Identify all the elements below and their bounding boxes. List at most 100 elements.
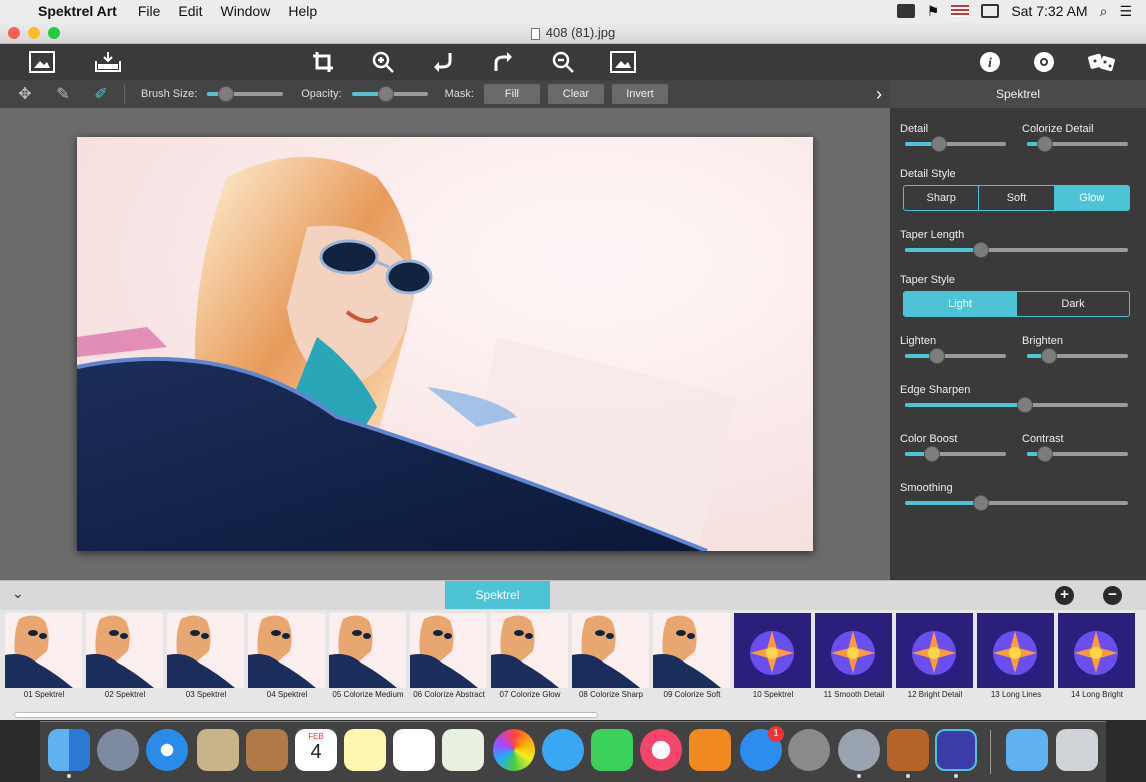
eraser-tool-icon[interactable]: ✐ xyxy=(82,84,120,104)
toolbar-divider xyxy=(124,84,125,104)
crop-icon[interactable] xyxy=(308,48,338,76)
reminders-icon[interactable] xyxy=(393,729,435,771)
display-icon[interactable] xyxy=(981,4,1000,18)
maps-icon[interactable] xyxy=(442,729,484,771)
lighten-slider[interactable] xyxy=(905,348,1006,364)
preset-thumbnail[interactable] xyxy=(248,613,325,688)
preset-label: 11 Smooth Detail xyxy=(823,690,885,699)
detail-style-glow[interactable]: Glow xyxy=(1054,186,1129,210)
preset-thumbnail[interactable] xyxy=(653,613,730,688)
edge-sharpen-slider[interactable] xyxy=(905,397,1128,413)
airplay-icon[interactable] xyxy=(896,4,915,18)
flag-us-icon[interactable] xyxy=(951,5,970,17)
info-icon[interactable]: i xyxy=(975,48,1005,76)
detail-style-soft[interactable]: Soft xyxy=(979,186,1055,210)
fit-to-window-icon[interactable] xyxy=(608,48,638,76)
spotlight-search-icon[interactable]: ⌕ xyxy=(1100,3,1108,20)
preset-thumbnail[interactable] xyxy=(5,613,82,688)
trash-icon[interactable] xyxy=(1056,729,1098,771)
brush-tool-icon[interactable]: ✎ xyxy=(44,84,82,104)
brush-size-slider[interactable] xyxy=(207,86,284,102)
taper-style-dark[interactable]: Dark xyxy=(1017,292,1129,316)
taper-length-slider[interactable] xyxy=(905,242,1128,258)
colorize-detail-label: Colorize Detail xyxy=(1022,123,1094,135)
contacts-icon[interactable] xyxy=(246,729,288,771)
save-image-icon[interactable] xyxy=(93,48,123,76)
notification-center-icon[interactable]: ☰ xyxy=(1119,3,1132,20)
preset-thumbnail[interactable] xyxy=(410,613,487,688)
clock[interactable]: Sat 7:32 AM xyxy=(1011,3,1087,19)
launchpad-icon[interactable] xyxy=(97,729,139,771)
preset-thumbnail[interactable] xyxy=(896,613,973,688)
photos-icon[interactable] xyxy=(493,729,535,771)
mask-fill-button[interactable]: Fill xyxy=(483,84,540,104)
preset-thumbnail[interactable] xyxy=(329,613,406,688)
collapse-presets-chevron-icon[interactable]: ⌄ xyxy=(12,585,24,602)
redo-icon[interactable] xyxy=(488,48,518,76)
open-image-icon[interactable] xyxy=(27,48,57,76)
preset-thumbnail[interactable] xyxy=(491,613,568,688)
menu-help[interactable]: Help xyxy=(279,3,326,19)
preset-label: 09 Colorize Soft xyxy=(663,690,721,699)
artwork-preview[interactable] xyxy=(77,137,813,551)
preset-thumbnail[interactable] xyxy=(167,613,244,688)
preset-label: 01 Spektrel xyxy=(23,690,65,699)
downloads-folder-icon[interactable] xyxy=(1006,729,1048,771)
safari-icon[interactable] xyxy=(146,729,188,771)
ibooks-icon[interactable] xyxy=(689,729,731,771)
zoom-out-icon[interactable] xyxy=(548,48,578,76)
brush-toolbar: ✥ ✎ ✐ Brush Size: Opacity: Mask: Fill Cl… xyxy=(0,80,890,108)
activity-monitor-icon[interactable] xyxy=(838,729,880,771)
spektrel-art-app-icon[interactable] xyxy=(935,729,977,771)
horizontal-scrollbar[interactable] xyxy=(14,712,598,718)
opacity-slider[interactable] xyxy=(351,86,428,102)
app-menu[interactable]: Spektrel Art xyxy=(30,3,129,19)
contrast-slider[interactable] xyxy=(1027,446,1128,462)
zoom-window-icon[interactable] xyxy=(48,27,60,39)
collapse-panel-chevron-icon[interactable]: › xyxy=(876,84,882,105)
preset-thumbnail[interactable] xyxy=(734,613,811,688)
tab-spektrel[interactable]: Spektrel xyxy=(445,581,550,609)
menu-bar: Spektrel Art File Edit Window Help ⚑ Sat… xyxy=(0,0,1146,22)
brighten-slider[interactable] xyxy=(1027,348,1128,364)
smoothing-slider[interactable] xyxy=(905,495,1128,511)
preset-thumbnail[interactable] xyxy=(572,613,649,688)
archive-utility-icon[interactable] xyxy=(887,729,929,771)
minimize-window-icon[interactable] xyxy=(28,27,40,39)
mail-icon[interactable] xyxy=(197,729,239,771)
finder-icon[interactable] xyxy=(48,729,90,771)
preset-label: 08 Colorize Sharp xyxy=(578,690,644,699)
mask-clear-button[interactable]: Clear xyxy=(547,84,604,104)
randomize-dice-icon[interactable] xyxy=(1087,48,1117,76)
mask-invert-button[interactable]: Invert xyxy=(611,84,668,104)
itunes-icon[interactable] xyxy=(640,729,682,771)
remove-preset-icon[interactable]: − xyxy=(1103,586,1122,605)
detail-style-sharp[interactable]: Sharp xyxy=(904,186,980,210)
messages-icon[interactable] xyxy=(542,729,584,771)
taper-style-light[interactable]: Light xyxy=(904,292,1017,316)
preset-thumbnail[interactable] xyxy=(1058,613,1135,688)
move-tool-icon[interactable]: ✥ xyxy=(6,84,44,104)
zoom-in-icon[interactable] xyxy=(368,48,398,76)
menu-window[interactable]: Window xyxy=(212,3,280,19)
detail-slider[interactable] xyxy=(905,136,1006,152)
settings-icon[interactable] xyxy=(1029,48,1059,76)
color-boost-slider[interactable] xyxy=(905,446,1006,462)
menu-file[interactable]: File xyxy=(129,3,170,19)
colorize-detail-slider[interactable] xyxy=(1027,136,1128,152)
preset-label: 14 Long Bright xyxy=(1070,690,1124,699)
preset-thumbnail[interactable] xyxy=(977,613,1054,688)
system-preferences-icon[interactable] xyxy=(788,729,830,771)
notes-icon[interactable] xyxy=(344,729,386,771)
undo-icon[interactable] xyxy=(428,48,458,76)
calendar-icon[interactable]: FEB 4 xyxy=(295,729,337,771)
preset-thumbnail[interactable] xyxy=(86,613,163,688)
add-preset-icon[interactable]: + xyxy=(1055,586,1074,605)
menu-edit[interactable]: Edit xyxy=(169,3,211,19)
smoothing-label: Smoothing xyxy=(900,482,953,494)
close-window-icon[interactable] xyxy=(8,27,20,39)
detail-style-segmented-control: Sharp Soft Glow xyxy=(903,185,1130,211)
preset-thumbnail[interactable] xyxy=(815,613,892,688)
notification-flag-icon[interactable]: ⚑ xyxy=(927,3,940,20)
facetime-icon[interactable] xyxy=(591,729,633,771)
